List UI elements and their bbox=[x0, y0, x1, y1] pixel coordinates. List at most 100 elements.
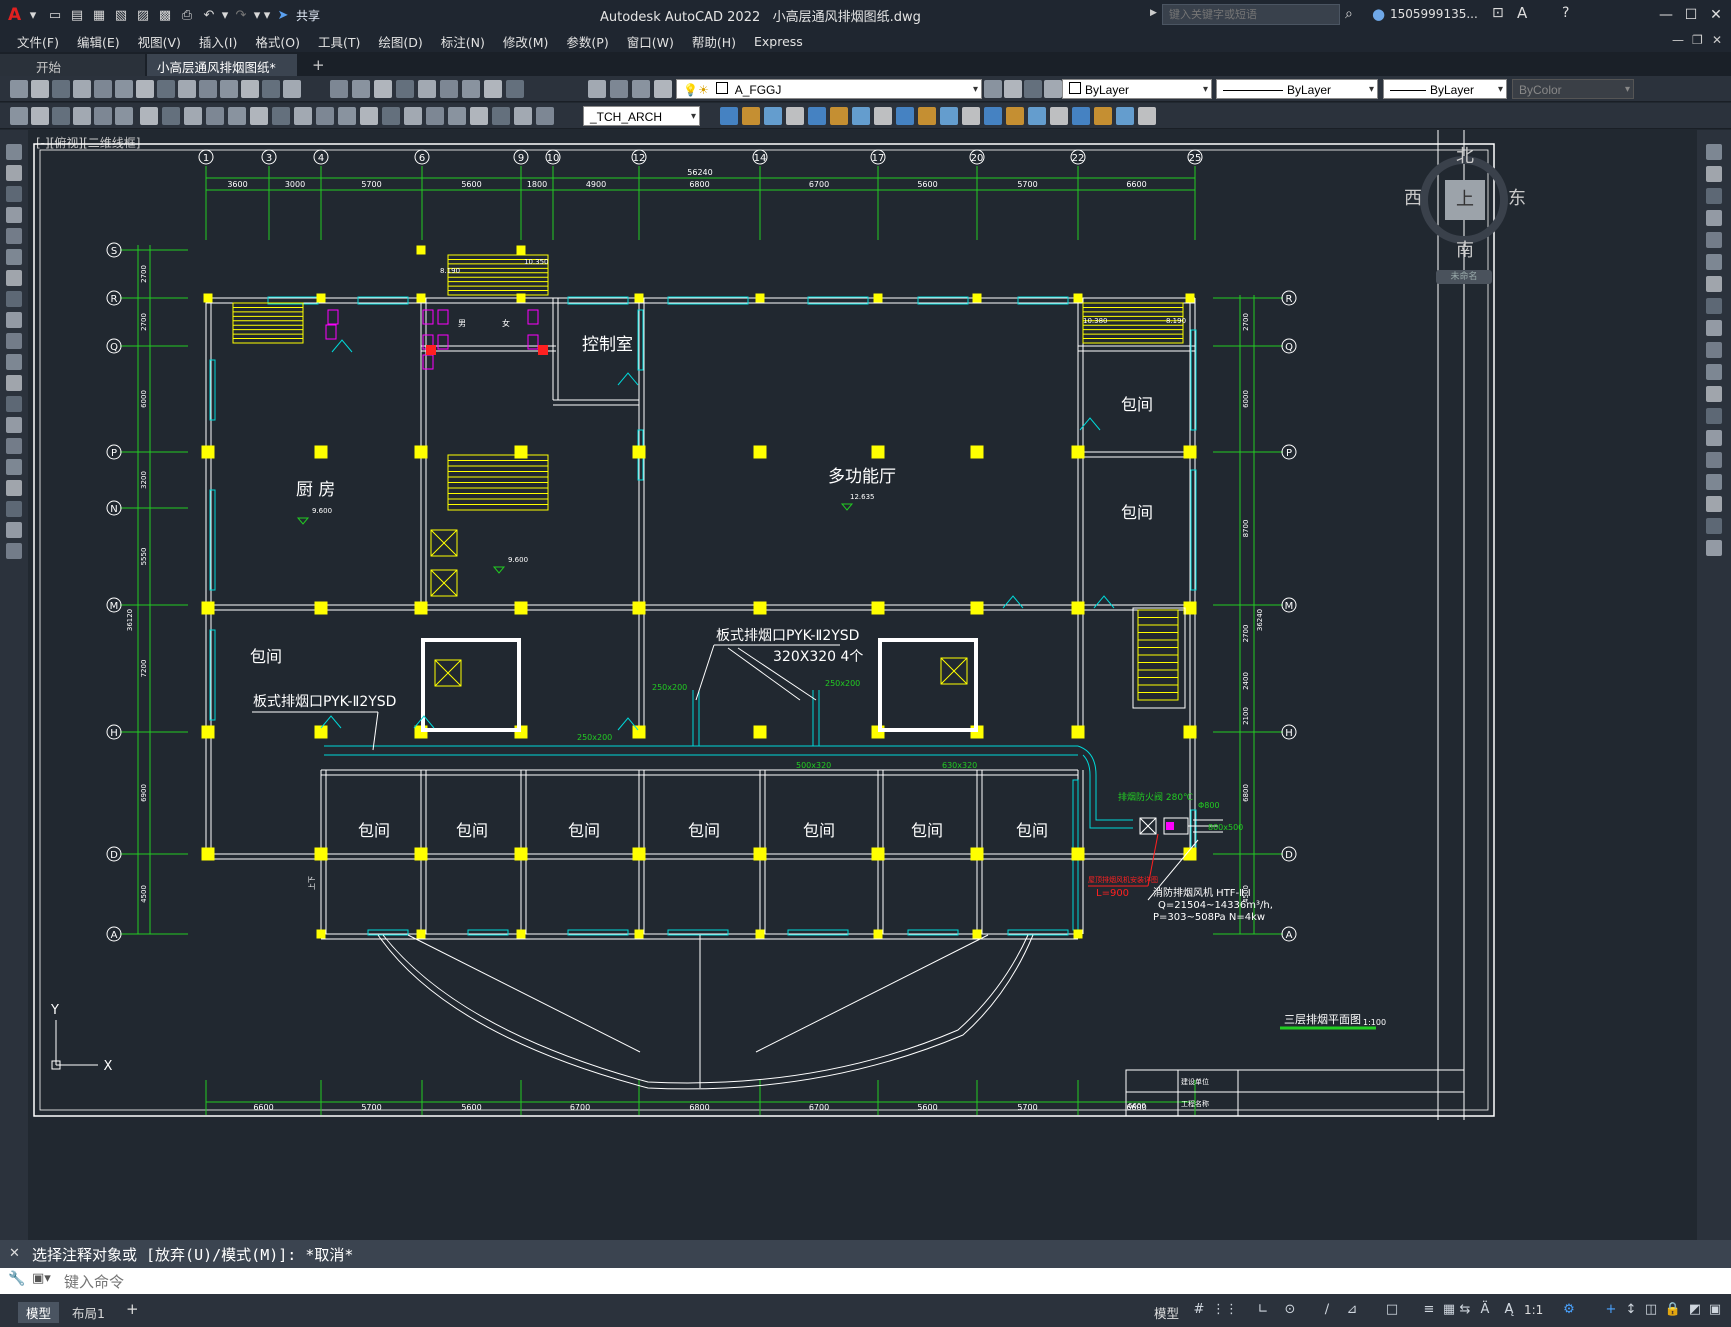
modify-tool-icon[interactable] bbox=[1706, 540, 1722, 556]
modify-tool-icon[interactable] bbox=[1706, 298, 1722, 314]
menu-edit[interactable]: 编辑(E) bbox=[68, 32, 129, 51]
workspace-icon[interactable]: ⚙ bbox=[1560, 1302, 1578, 1320]
help-icon[interactable] bbox=[484, 80, 502, 98]
save-icon[interactable] bbox=[52, 80, 70, 98]
lineweight-icon[interactable]: ≡ bbox=[1420, 1302, 1438, 1320]
draw-tool-icon[interactable] bbox=[6, 207, 22, 223]
annotation-scale[interactable]: 1:1 bbox=[1524, 1303, 1543, 1317]
add-layout-icon[interactable]: + bbox=[126, 1300, 139, 1318]
tch-icon[interactable] bbox=[896, 107, 914, 125]
textstyle-combo[interactable]: _TCH_ARCH ▾ bbox=[583, 106, 700, 126]
minimize-button[interactable]: — bbox=[1655, 4, 1677, 26]
quick-dim-icon[interactable] bbox=[184, 107, 202, 125]
modify-tool-icon[interactable] bbox=[1706, 430, 1722, 446]
baseline-icon[interactable] bbox=[206, 107, 224, 125]
draw-tool-icon[interactable] bbox=[6, 249, 22, 265]
modify-tool-icon[interactable] bbox=[1706, 386, 1722, 402]
lineweight-combo[interactable]: ByLayer ▾ bbox=[1383, 79, 1507, 99]
annotation-monitor-icon[interactable]: + bbox=[1602, 1302, 1620, 1320]
command-input[interactable] bbox=[62, 1270, 1726, 1294]
layer-combo[interactable]: 💡☀ A_FGGJ ▾ bbox=[676, 79, 982, 99]
modify-tool-icon[interactable] bbox=[1706, 408, 1722, 424]
autodesk-a360-icon[interactable]: A bbox=[1517, 4, 1527, 22]
new-icon[interactable] bbox=[588, 80, 606, 98]
draw-tool-icon[interactable] bbox=[6, 438, 22, 454]
compass-south[interactable]: 南 bbox=[1456, 236, 1474, 262]
dim-update-icon[interactable] bbox=[426, 107, 444, 125]
menu-modify[interactable]: 修改(M) bbox=[494, 32, 558, 51]
dim-break-icon[interactable] bbox=[272, 107, 290, 125]
modify-tool-icon[interactable] bbox=[1706, 166, 1722, 182]
modify-tool-icon[interactable] bbox=[1706, 496, 1722, 512]
zoom-window-icon[interactable] bbox=[330, 80, 348, 98]
tch-icon[interactable] bbox=[1028, 107, 1046, 125]
dim-edit-icon[interactable] bbox=[382, 107, 400, 125]
center-mark-icon[interactable] bbox=[316, 107, 334, 125]
sheet-set-icon[interactable] bbox=[418, 80, 436, 98]
units-icon[interactable]: ↕ bbox=[1622, 1302, 1640, 1320]
tch-icon[interactable] bbox=[1006, 107, 1024, 125]
tab-start[interactable]: 开始 bbox=[0, 54, 145, 76]
plot-icon[interactable] bbox=[654, 80, 672, 98]
jogged-linear-icon[interactable] bbox=[360, 107, 378, 125]
grid-icon[interactable]: # bbox=[1190, 1302, 1208, 1320]
dim-ordinate-icon[interactable] bbox=[73, 107, 91, 125]
maximize-button[interactable]: ☐ bbox=[1680, 4, 1702, 26]
compass-west[interactable]: 西 bbox=[1404, 184, 1422, 210]
linetype-combo[interactable]: ByLayer ▾ bbox=[1216, 79, 1378, 99]
dim-text-edit-icon[interactable] bbox=[404, 107, 422, 125]
modify-tool-icon[interactable] bbox=[1706, 320, 1722, 336]
modify-tool-icon[interactable] bbox=[1706, 144, 1722, 160]
cart-icon[interactable]: ⊡ bbox=[1492, 5, 1504, 21]
tch-icon[interactable] bbox=[1116, 107, 1134, 125]
menu-dimension[interactable]: 标注(N) bbox=[432, 32, 494, 51]
new-icon[interactable] bbox=[10, 80, 28, 98]
tch-icon[interactable] bbox=[962, 107, 980, 125]
paste-icon[interactable] bbox=[178, 80, 196, 98]
dim-aligned-icon[interactable] bbox=[31, 107, 49, 125]
modify-tool-icon[interactable] bbox=[1706, 188, 1722, 204]
layer-iso-icon[interactable] bbox=[1024, 80, 1042, 98]
color-combo[interactable]: ByLayer ▾ bbox=[1062, 79, 1212, 99]
search-icon[interactable]: ⌕ bbox=[1345, 6, 1353, 22]
drawing-canvas[interactable]: [-][俯视][二维线框] 1 3 4 6 9 10 12 14 17 20 22 25 56240 36… bbox=[28, 130, 1697, 1240]
continue-icon[interactable] bbox=[228, 107, 246, 125]
dim-aligned-icon[interactable] bbox=[470, 107, 488, 125]
plotstyle-combo[interactable]: ByColor ▾ bbox=[1512, 79, 1634, 99]
autocad-logo[interactable]: A bbox=[8, 5, 22, 25]
tch-icon[interactable] bbox=[852, 107, 870, 125]
menu-tools[interactable]: 工具(T) bbox=[309, 32, 369, 51]
draw-tool-icon[interactable] bbox=[6, 333, 22, 349]
auto-scale-icon[interactable]: Ą bbox=[1500, 1302, 1518, 1320]
tool-palette-icon[interactable] bbox=[396, 80, 414, 98]
redo-icon[interactable]: ↷ bbox=[230, 4, 252, 26]
customize-icon[interactable]: 🔧 bbox=[8, 1271, 25, 1287]
polar-icon[interactable]: ⊙ bbox=[1281, 1302, 1299, 1320]
cut-icon[interactable] bbox=[136, 80, 154, 98]
save-icon[interactable] bbox=[632, 80, 650, 98]
draw-tool-icon[interactable] bbox=[6, 165, 22, 181]
draw-tool-icon[interactable] bbox=[6, 522, 22, 538]
quick-access-customize-icon[interactable]: ▾ bbox=[262, 4, 272, 26]
print-icon[interactable]: ⎙ bbox=[176, 4, 198, 26]
draw-tool-icon[interactable] bbox=[6, 144, 22, 160]
dim-radius-icon[interactable] bbox=[94, 107, 112, 125]
tch-icon[interactable] bbox=[830, 107, 848, 125]
tolerance-icon[interactable] bbox=[294, 107, 312, 125]
doc-restore-button[interactable]: ❐ bbox=[1692, 33, 1703, 47]
draw-tool-icon[interactable] bbox=[6, 501, 22, 517]
dim-arc-icon[interactable] bbox=[52, 107, 70, 125]
modify-tool-icon[interactable] bbox=[1706, 452, 1722, 468]
selection-cycling-icon[interactable]: ⇆ bbox=[1456, 1302, 1474, 1320]
tch-icon[interactable] bbox=[742, 107, 760, 125]
user-account[interactable]: 1505999135... bbox=[1390, 7, 1478, 21]
open-file-icon[interactable]: ▤ bbox=[66, 4, 88, 26]
tch-icon[interactable] bbox=[1050, 107, 1068, 125]
tch-icon[interactable] bbox=[984, 107, 1002, 125]
publish-icon[interactable] bbox=[115, 80, 133, 98]
match-icon[interactable] bbox=[199, 80, 217, 98]
open-web-icon[interactable]: ▨ bbox=[132, 4, 154, 26]
undo-dropdown-icon[interactable]: ▾ bbox=[220, 4, 230, 26]
modify-tool-icon[interactable] bbox=[1706, 210, 1722, 226]
properties-icon[interactable] bbox=[352, 80, 370, 98]
